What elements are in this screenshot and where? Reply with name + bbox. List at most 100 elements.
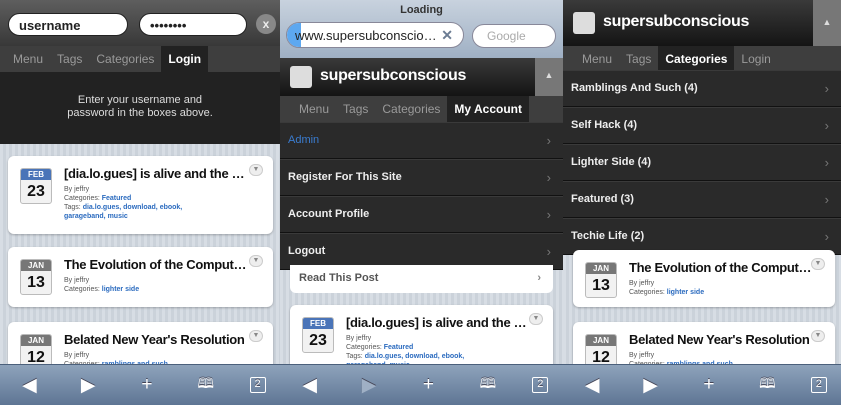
category-item[interactable]: Ramblings And Such (4) ›	[563, 70, 841, 107]
read-post-button[interactable]: Read This Post ›	[290, 265, 553, 293]
chevron-right-icon: ›	[824, 192, 829, 207]
pages-icon[interactable]: 2	[532, 377, 549, 393]
forward-icon[interactable]: ▶	[73, 374, 103, 397]
chevron-down-icon[interactable]: ▼	[811, 330, 825, 342]
tab-categories[interactable]: Categories	[375, 96, 447, 122]
login-screen: username •••••••• x Menu Tags Categories…	[0, 0, 280, 405]
tab-tags[interactable]: Tags	[50, 46, 89, 72]
categories-label: Categories:	[346, 344, 382, 351]
post-category-link[interactable]: Featured	[102, 195, 132, 202]
categories-screen: supersubconscious ▲ Menu Tags Categories…	[563, 0, 841, 405]
chevron-down-icon[interactable]: ▼	[249, 164, 263, 176]
site-title[interactable]: supersubconscious	[320, 67, 466, 85]
post-title[interactable]: Belated New Year's Resolution	[64, 332, 245, 347]
post-category-link[interactable]: lighter side	[667, 289, 704, 296]
add-icon[interactable]: +	[132, 374, 162, 396]
tab-menu[interactable]: Menu	[292, 96, 336, 122]
chevron-down-icon[interactable]: ▼	[249, 330, 263, 342]
site-logo	[290, 66, 312, 88]
tab-login[interactable]: Login	[161, 46, 209, 72]
post-card[interactable]: FEB 23 [dia.lo.gues] is alive and the … B…	[8, 156, 273, 234]
tags-label: Tags:	[64, 204, 81, 211]
date-month: FEB	[303, 318, 333, 329]
browser-toolbar: ◀ ▶ + 🕮 2	[0, 364, 280, 405]
tab-tags[interactable]: Tags	[336, 96, 375, 122]
pages-icon[interactable]: 2	[810, 377, 827, 393]
account-item-register[interactable]: Register For This Site ›	[280, 159, 563, 196]
username-field[interactable]: username	[8, 13, 128, 36]
chevron-right-icon: ›	[824, 155, 829, 170]
tab-my-account[interactable]: My Account	[447, 96, 529, 122]
chevron-down-icon[interactable]: ▼	[529, 313, 543, 325]
category-label: Lighter Side (4)	[571, 156, 652, 168]
post-tags-link[interactable]: dia.lo.gues, download, ebook,	[365, 353, 465, 360]
chevron-right-icon: ›	[546, 244, 551, 259]
add-icon[interactable]: +	[413, 374, 443, 396]
back-icon[interactable]: ◀	[577, 374, 607, 397]
tab-categories[interactable]: Categories	[658, 46, 735, 72]
tab-menu[interactable]: Menu	[6, 46, 50, 72]
date-badge: FEB 23	[20, 168, 52, 204]
back-icon[interactable]: ◀	[295, 374, 325, 397]
category-item[interactable]: Lighter Side (4) ›	[563, 144, 841, 181]
post-author: By jeffry	[64, 186, 90, 193]
date-month: JAN	[21, 335, 51, 346]
bookmarks-icon[interactable]: 🕮	[191, 373, 221, 397]
category-label: Featured (3)	[571, 193, 634, 205]
bookmarks-icon[interactable]: 🕮	[473, 373, 503, 397]
bookmarks-icon[interactable]: 🕮	[752, 373, 782, 397]
post-title[interactable]: Belated New Year's Resolution	[629, 332, 810, 347]
search-input[interactable]: Google	[472, 24, 556, 48]
post-meta: By jeffry Categories: lighter side	[629, 279, 704, 297]
tab-tags[interactable]: Tags	[619, 46, 658, 72]
chevron-down-icon[interactable]: ▼	[811, 258, 825, 270]
account-item-profile[interactable]: Account Profile ›	[280, 196, 563, 233]
chevron-up-icon[interactable]: ▲	[535, 58, 563, 96]
chevron-right-icon: ›	[537, 272, 541, 284]
password-field[interactable]: ••••••••	[139, 13, 247, 36]
tab-menu[interactable]: Menu	[575, 46, 619, 72]
pages-icon[interactable]: 2	[249, 377, 266, 393]
post-tags-link[interactable]: dia.lo.gues, download, ebook,	[83, 204, 183, 211]
post-card[interactable]: JAN 13 The Evolution of the Comput… By je…	[8, 247, 273, 307]
post-title[interactable]: [dia.lo.gues] is alive and the …	[64, 166, 245, 181]
category-item[interactable]: Featured (3) ›	[563, 181, 841, 218]
tab-categories[interactable]: Categories	[89, 46, 161, 72]
post-tags-link[interactable]: garageband, music	[64, 212, 182, 221]
post-title[interactable]: The Evolution of the Comput…	[629, 260, 812, 275]
account-item-label: Account Profile	[288, 208, 370, 220]
read-post-label: Read This Post	[299, 272, 379, 284]
post-title[interactable]: The Evolution of the Comput…	[64, 257, 247, 272]
forward-icon[interactable]: ▶	[354, 374, 384, 397]
post-meta: By jeffry Categories: Featured Tags: dia…	[64, 185, 182, 221]
close-icon[interactable]: x	[256, 14, 276, 34]
post-category-link[interactable]: lighter side	[102, 286, 139, 293]
tab-login[interactable]: Login	[734, 46, 777, 72]
chevron-right-icon: ›	[546, 133, 551, 148]
post-author: By jeffry	[629, 352, 655, 359]
tab-bar: Menu Tags Categories My Account	[280, 96, 563, 122]
category-label: Self Hack (4)	[571, 119, 638, 131]
date-month: FEB	[21, 169, 51, 180]
back-icon[interactable]: ◀	[14, 374, 44, 397]
post-author: By jeffry	[64, 277, 90, 284]
account-item-admin[interactable]: Admin ›	[280, 122, 563, 159]
account-item-label: Logout	[288, 245, 326, 257]
categories-label: Categories:	[64, 195, 100, 202]
post-card[interactable]: JAN 13 The Evolution of the Comput… By je…	[573, 250, 835, 307]
url-field[interactable]: www.supersubconscio… ✕	[286, 22, 464, 48]
category-item[interactable]: Self Hack (4) ›	[563, 107, 841, 144]
login-instructions: Enter your username and password in the …	[67, 94, 213, 119]
date-badge: JAN 13	[20, 259, 52, 295]
date-day: 13	[592, 277, 610, 294]
post-category-link[interactable]: Featured	[384, 344, 414, 351]
chevron-up-icon[interactable]: ▲	[813, 0, 841, 46]
chevron-down-icon[interactable]: ▼	[249, 255, 263, 267]
stop-icon[interactable]: ✕	[441, 27, 453, 44]
site-title[interactable]: supersubconscious	[603, 13, 749, 31]
post-title[interactable]: [dia.lo.gues] is alive and the …	[346, 315, 527, 330]
forward-icon[interactable]: ▶	[636, 374, 666, 397]
date-badge: FEB 23	[302, 317, 334, 353]
tab-bar: Menu Tags Categories Login	[563, 46, 841, 72]
add-icon[interactable]: +	[694, 374, 724, 396]
